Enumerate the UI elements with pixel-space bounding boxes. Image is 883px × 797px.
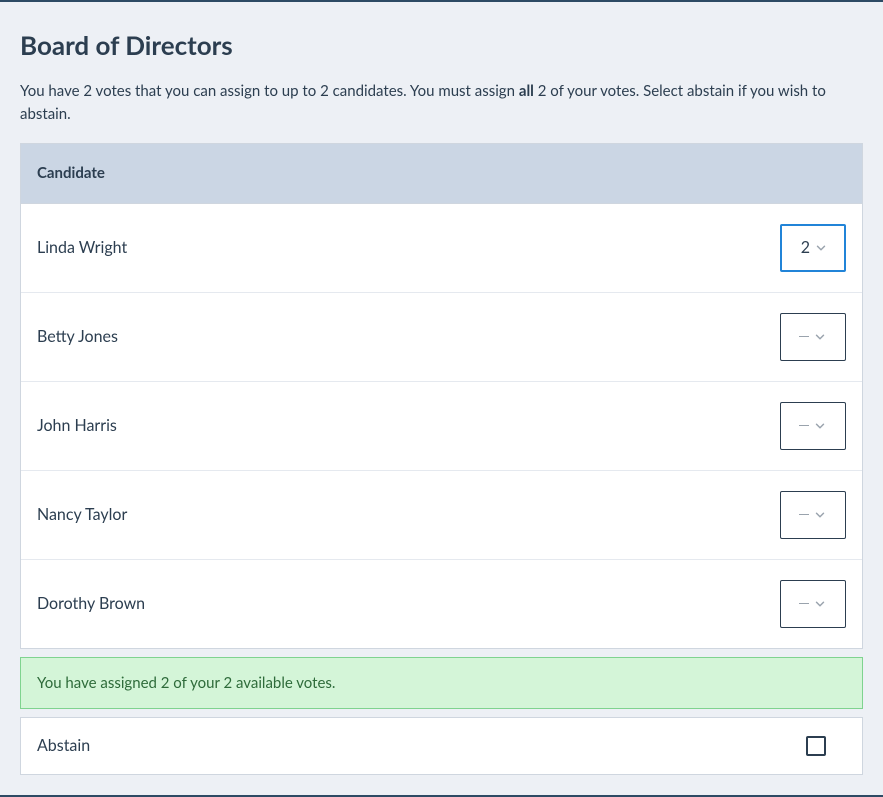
instructions-pre: You have 2 votes that you can assign to …: [20, 82, 519, 100]
chevron-down-icon: [813, 597, 827, 611]
vote-dropdown[interactable]: [780, 313, 846, 361]
chevron-down-icon: [813, 330, 827, 344]
vote-dropdown[interactable]: [780, 402, 846, 450]
candidate-name: Betty Jones: [37, 325, 118, 349]
dropdown-empty-dash: [799, 336, 809, 338]
dropdown-empty-dash: [799, 425, 809, 427]
candidate-name: John Harris: [37, 414, 117, 438]
status-banner: You have assigned 2 of your 2 available …: [20, 657, 863, 710]
vote-dropdown[interactable]: [780, 580, 846, 628]
dropdown-empty-dash: [799, 603, 809, 605]
candidates-table: Candidate Linda Wright 2 Betty Jones Joh…: [20, 143, 863, 649]
table-row: John Harris: [21, 382, 862, 471]
table-header-candidate: Candidate: [21, 144, 862, 204]
table-row: Linda Wright 2: [21, 204, 862, 293]
chevron-down-icon: [813, 419, 827, 433]
instructions-text: You have 2 votes that you can assign to …: [20, 80, 863, 125]
instructions-strong: all: [519, 82, 534, 100]
chevron-down-icon: [813, 508, 827, 522]
table-row: Betty Jones: [21, 293, 862, 382]
page-title: Board of Directors: [20, 26, 863, 65]
vote-dropdown[interactable]: [780, 491, 846, 539]
dropdown-empty-dash: [799, 514, 809, 516]
dropdown-value: 2: [798, 236, 810, 260]
voting-panel: Board of Directors You have 2 votes that…: [0, 0, 883, 797]
candidate-name: Dorothy Brown: [37, 592, 145, 616]
chevron-down-icon: [814, 241, 828, 255]
abstain-checkbox[interactable]: [806, 736, 826, 756]
vote-dropdown[interactable]: 2: [780, 224, 846, 272]
abstain-label: Abstain: [37, 734, 90, 758]
candidate-name: Nancy Taylor: [37, 503, 127, 527]
table-row: Dorothy Brown: [21, 560, 862, 648]
table-row: Nancy Taylor: [21, 471, 862, 560]
candidate-name: Linda Wright: [37, 236, 127, 260]
abstain-row: Abstain: [20, 717, 863, 775]
